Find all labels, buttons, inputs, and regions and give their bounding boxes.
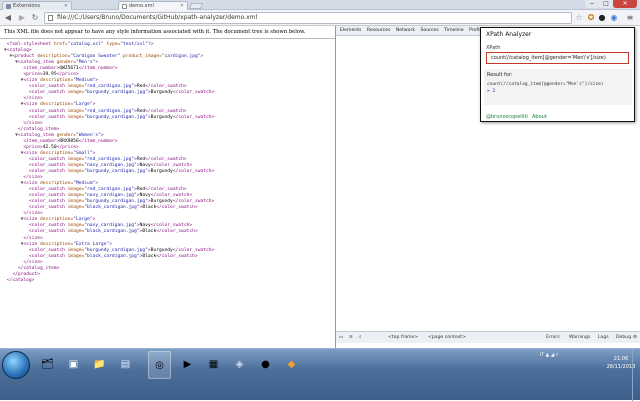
tray-language[interactable]: IT <box>540 353 544 358</box>
network-icon[interactable]: ◈ <box>228 351 251 379</box>
devtools-tab-resources[interactable]: Resources <box>367 28 390 33</box>
filter-errors-button[interactable]: Errors <box>546 332 560 343</box>
xpath-query-input[interactable] <box>486 52 629 64</box>
tab-demo-xml[interactable]: demo.xml ✕ <box>118 1 188 10</box>
result-label: Result for: <box>487 72 513 78</box>
back-arrow-icon: ◀ <box>4 13 12 22</box>
xpath-analyzer-icon[interactable]: ◉ <box>609 13 619 23</box>
xpath-label: XPath <box>486 45 501 51</box>
show-desktop-button[interactable] <box>632 349 640 401</box>
devtools-status-bar: ▭ ≡ ⌕ <top frame> <page context> Errors … <box>336 331 640 343</box>
maximize-button[interactable]: □ <box>599 0 613 8</box>
result-box: Result for: count(//catalog_item[@gender… <box>484 69 632 105</box>
extensions-gear-icon <box>6 4 11 9</box>
search-icon[interactable]: ⌕ <box>359 332 362 343</box>
system-tray: IT ▲ ◢ ♪ <box>540 353 559 358</box>
devtools-tab-network[interactable]: Network <box>396 28 415 33</box>
reload-icon: ↻ <box>31 13 39 22</box>
xml-document-tree: <?xml-stylesheet href="catalog.xsl" type… <box>4 42 214 284</box>
filter-warnings-button[interactable]: Warnings <box>569 332 590 343</box>
result-expression: count(//catalog_item[@gender="Men's"]/si… <box>487 82 604 87</box>
browser-tab-strip: Extensions ✕ demo.xml ✕ − □ ✕ <box>0 0 640 10</box>
about-link[interactable]: About <box>532 114 547 120</box>
xpath-analyzer-popup: XPath Analyzer XPath Result for: count(/… <box>480 27 635 122</box>
filter-debug-button[interactable]: Debug <box>616 332 631 343</box>
close-icon[interactable]: ✕ <box>64 2 68 10</box>
context-select[interactable]: <page context> <box>428 332 466 343</box>
result-value: > 2 <box>487 89 496 94</box>
new-tab-button[interactable] <box>188 3 204 9</box>
chrome-icon[interactable]: ◎ <box>148 351 171 379</box>
forward-arrow-icon: ▶ <box>18 13 26 22</box>
devtools-tabbar: Elements Resources Network Sources Timel… <box>336 26 486 36</box>
browser-toolbar: ◀ ▶ ↻ file:///C:/Users/Bruno/Documents/G… <box>0 10 640 26</box>
folder-icon[interactable]: 📁 <box>88 351 111 379</box>
settings-gear-icon[interactable]: ⚙ <box>633 332 637 343</box>
start-button[interactable] <box>2 351 30 379</box>
media-icon[interactable]: ▶ <box>176 351 199 379</box>
address-url: file:///C:/Users/Bruno/Documents/GitHub/… <box>57 14 258 21</box>
dock-icon[interactable]: ▭ <box>339 332 343 343</box>
close-window-button[interactable]: ✕ <box>613 0 637 8</box>
file-explorer-icon[interactable]: 🗂 <box>36 351 59 379</box>
back-button[interactable]: ◀ <box>3 13 13 23</box>
minimize-button[interactable]: − <box>585 0 599 8</box>
reload-button[interactable]: ↻ <box>30 13 40 23</box>
forward-button[interactable]: ▶ <box>17 13 27 23</box>
frame-select[interactable]: <top frame> <box>388 332 418 343</box>
tab-label: demo.xml <box>129 3 154 9</box>
filter-logs-button[interactable]: Logs <box>598 332 609 343</box>
document-icon <box>122 4 127 9</box>
powershell-icon[interactable]: ▤ <box>114 351 137 379</box>
tray-arrow-icon[interactable]: ▲ ◢ ♪ <box>546 353 559 358</box>
popup-title: XPath Analyzer <box>486 31 532 38</box>
console-icon[interactable]: ≡ <box>349 332 353 343</box>
extension-icon[interactable]: ✪ <box>586 13 596 23</box>
github-icon[interactable]: ● <box>597 13 607 23</box>
windows-taskbar: 🗂 ▣ 📁 ▤ ◎ ▶ ▦ ◈ ● ◆ IT ▲ ◢ ♪ 21:06 28/11… <box>0 348 640 401</box>
sublime-icon[interactable]: ◆ <box>280 351 303 379</box>
author-link[interactable]: @brunoscopelliti <box>486 114 528 120</box>
xml-style-notice: This XML file does not appear to have an… <box>4 29 306 35</box>
devtools-tab-sources[interactable]: Sources <box>420 28 438 33</box>
xml-line: </catalog> <box>6 277 35 283</box>
tab-extensions[interactable]: Extensions ✕ <box>2 1 72 10</box>
virtualbox-icon[interactable]: ▦ <box>202 351 225 379</box>
page-icon <box>48 15 53 21</box>
github-icon[interactable]: ● <box>254 351 277 379</box>
xml-viewer: This XML file does not appear to have an… <box>0 26 335 332</box>
terminal-icon[interactable]: ▣ <box>62 351 85 379</box>
divider <box>0 38 335 39</box>
close-icon[interactable]: ✕ <box>180 2 184 10</box>
bookmark-star-icon[interactable]: ☆ <box>574 13 584 23</box>
devtools-tab-elements[interactable]: Elements <box>340 28 361 33</box>
devtools-tab-timeline[interactable]: Timeline <box>444 28 464 33</box>
address-bar[interactable]: file:///C:/Users/Bruno/Documents/GitHub/… <box>44 12 572 24</box>
tab-label: Extensions <box>13 3 41 9</box>
menu-icon[interactable]: ≡ <box>625 13 635 23</box>
